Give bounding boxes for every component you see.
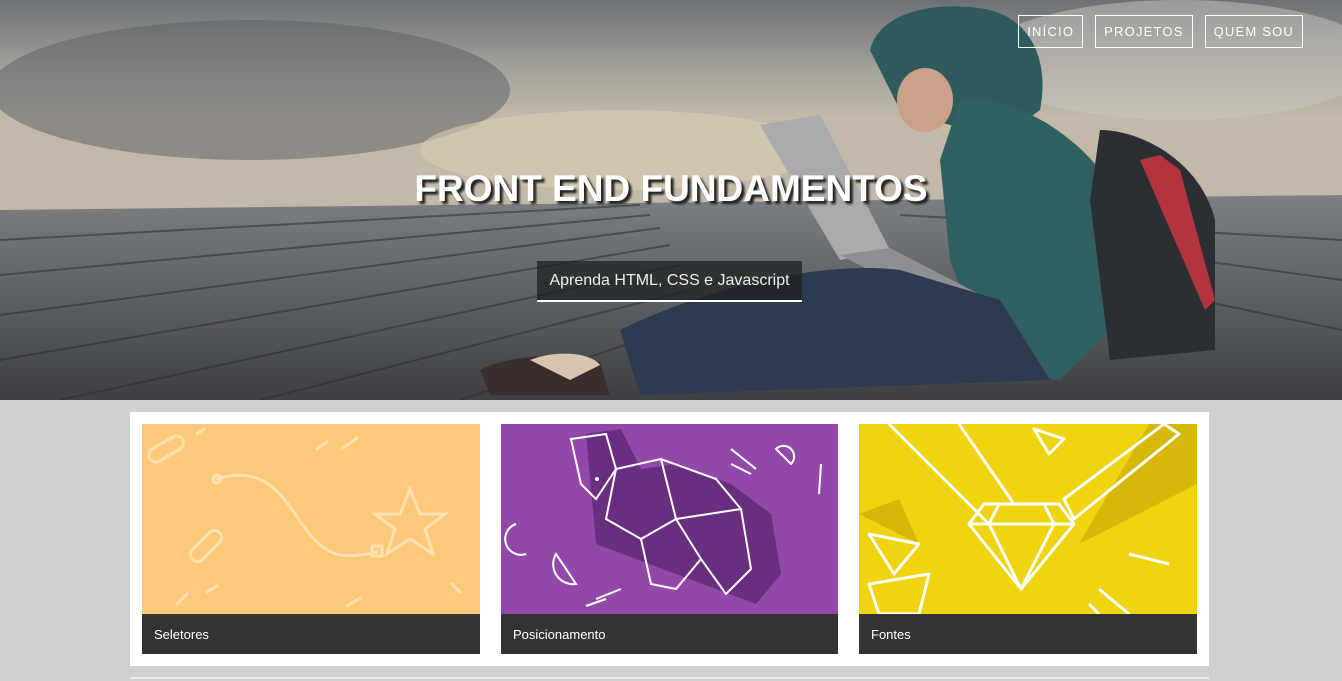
hero-banner: INÍCIO PROJETOS QUEM SOU FRONT END FUNDA… (0, 0, 1342, 400)
origami-elephant-illustration-icon (501, 424, 838, 614)
card-posicionamento[interactable]: Posicionamento (501, 424, 838, 654)
card-label: Posicionamento (501, 614, 838, 654)
footer-divider (130, 677, 1209, 679)
card-fontes[interactable]: Fontes (859, 424, 1197, 654)
hero-title: FRONT END FUNDAMENTOS (414, 168, 928, 209)
top-navigation: INÍCIO PROJETOS QUEM SOU (1018, 15, 1303, 48)
nav-quem-sou-button[interactable]: QUEM SOU (1204, 15, 1303, 48)
card-seletores[interactable]: Seletores (142, 424, 480, 654)
card-label: Seletores (142, 614, 480, 654)
card-label: Fontes (859, 614, 1197, 654)
hero-subtitle: Aprenda HTML, CSS e Javascript (537, 261, 802, 302)
nav-projetos-button[interactable]: PROJETOS (1095, 15, 1193, 48)
star-path-illustration-icon (142, 424, 480, 614)
nav-inicio-button[interactable]: INÍCIO (1018, 15, 1084, 48)
course-cards-panel: Seletores Posicionamento Fontes (130, 412, 1209, 666)
diamond-pencil-illustration-icon (859, 424, 1197, 614)
